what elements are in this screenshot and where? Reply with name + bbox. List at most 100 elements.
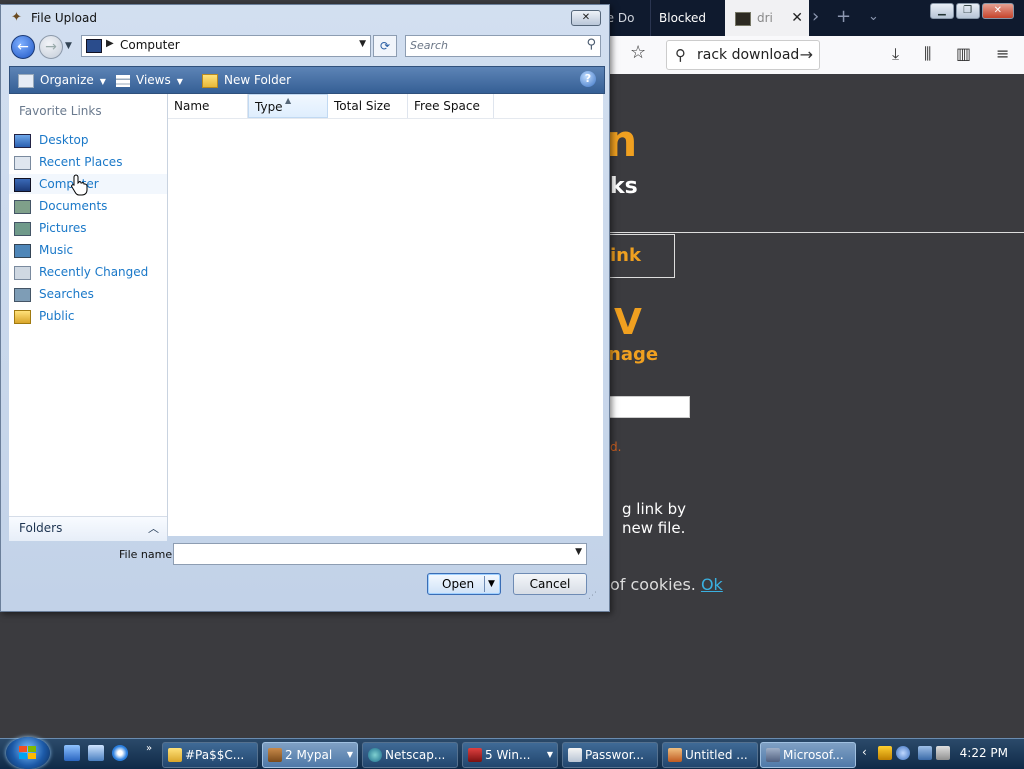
column-header-total-size[interactable]: Total Size — [328, 94, 408, 118]
switch-windows-icon[interactable] — [88, 745, 104, 761]
quicklaunch-more-icon[interactable]: » — [146, 743, 152, 754]
nav-item-label: Recent Places — [39, 155, 123, 169]
taskbar-button[interactable]: Untitled ... — [662, 742, 758, 768]
bookmark-star-icon[interactable]: ☆ — [630, 42, 646, 63]
page-subheading-fragment: ks — [610, 174, 638, 199]
web-page: n ks ink V nage d. g link by new file. o… — [600, 74, 1024, 738]
nav-item-desktop[interactable]: Desktop — [9, 130, 167, 150]
security-shield-icon[interactable] — [878, 746, 892, 760]
file-name-dropdown-icon[interactable]: ▼ — [575, 547, 582, 557]
notepad-icon — [568, 748, 582, 762]
start-button[interactable] — [6, 737, 50, 769]
close-tab-icon[interactable]: ✕ — [791, 0, 803, 36]
taskbar-button[interactable]: 5 Win... ▼ — [462, 742, 558, 768]
menu-icon[interactable]: ≡ — [996, 44, 1009, 63]
section-heading-fragment: V — [614, 302, 642, 343]
scroll-left-icon[interactable]: › — [812, 0, 819, 34]
taskbar-button[interactable]: Microsof... — [760, 742, 856, 768]
nav-item-computer[interactable]: Computer — [9, 174, 167, 194]
nav-item-label: Pictures — [39, 221, 87, 235]
dialog-toolbar: Organize ▼ Views ▼ New Folder ? — [9, 66, 605, 94]
resize-grip-icon[interactable]: ⋰ — [588, 591, 597, 601]
search-input[interactable]: Search ⚲ — [405, 35, 601, 57]
nav-item-pictures[interactable]: Pictures — [9, 218, 167, 238]
file-name-input[interactable]: ▼ — [173, 543, 587, 565]
cookie-text: of cookies. — [610, 575, 696, 594]
library-icon[interactable]: ⫼ — [924, 44, 931, 64]
sidebar-icon[interactable]: ▥ — [956, 44, 971, 63]
favorite-links-header: Favorite Links — [19, 104, 102, 118]
network-globe-icon[interactable] — [896, 746, 910, 760]
taskbar-button[interactable]: #Pa$$C... — [162, 742, 258, 768]
task-label: Netscap... — [385, 748, 446, 762]
open-button[interactable]: Open ▼ — [427, 573, 501, 595]
upload-input[interactable] — [608, 396, 690, 418]
organize-button[interactable]: Organize ▼ — [18, 67, 106, 93]
task-label: #Pa$$C... — [185, 748, 245, 762]
taskbar-button[interactable]: Passwor... — [562, 742, 658, 768]
tab-list-icon[interactable]: ⌄ — [868, 0, 879, 34]
url-text: rack download — [697, 47, 800, 63]
nav-item-documents[interactable]: Documents — [9, 196, 167, 216]
dialog-titlebar[interactable]: ✦ File Upload ✕ — [1, 5, 609, 31]
search-icon[interactable]: ⚲ — [586, 37, 596, 52]
help-icon[interactable]: ? — [580, 71, 596, 87]
searches-icon — [14, 288, 31, 302]
new-folder-button[interactable]: New Folder — [202, 67, 291, 93]
address-bar[interactable]: ▶ Computer ▼ — [81, 35, 371, 57]
link-tab[interactable]: ink — [600, 234, 675, 278]
nav-item-public[interactable]: Public — [9, 306, 167, 326]
go-arrow-icon[interactable]: → — [800, 41, 813, 69]
nav-item-searches[interactable]: Searches — [9, 284, 167, 304]
divider — [600, 232, 1024, 233]
netscape-icon — [368, 748, 382, 762]
task-label: Passwor... — [585, 748, 644, 762]
taskbar-button[interactable]: 2 Mypal ▼ — [262, 742, 358, 768]
cancel-button[interactable]: Cancel — [513, 573, 587, 595]
column-header-type[interactable]: ▲ Type — [248, 94, 328, 118]
address-text[interactable]: Computer — [120, 38, 180, 52]
cookie-ok-link[interactable]: Ok — [701, 575, 723, 594]
show-hidden-icons-chevron[interactable]: ‹ — [862, 745, 867, 759]
address-dropdown-icon[interactable]: ▼ — [359, 39, 366, 49]
folder-icon — [168, 748, 182, 762]
nav-item-label: Public — [39, 309, 75, 323]
recent-pages-dropdown-icon[interactable]: ▼ — [65, 41, 72, 51]
internet-explorer-icon[interactable] — [112, 745, 128, 761]
favicon-icon — [735, 11, 751, 26]
taskbar-button[interactable]: Netscap... — [362, 742, 458, 768]
organize-icon — [18, 73, 34, 88]
browser-tab[interactable]: Blocked — [650, 0, 733, 36]
section-subheading-fragment: nage — [608, 344, 659, 365]
show-desktop-icon[interactable] — [64, 745, 80, 761]
nav-item-recently-changed[interactable]: Recently Changed — [9, 262, 167, 282]
clock[interactable]: 4:22 PM — [960, 746, 1008, 760]
download-icon[interactable]: ⤓ — [892, 44, 899, 64]
nav-item-recent-places[interactable]: Recent Places — [9, 152, 167, 172]
volume-muted-icon[interactable] — [936, 746, 950, 760]
split-divider — [484, 576, 485, 592]
close-button[interactable]: ✕ — [571, 10, 601, 26]
network-computer-icon[interactable] — [918, 746, 932, 760]
task-label: 5 Win... — [485, 748, 531, 762]
breadcrumb-arrow-icon[interactable]: ▶ — [106, 38, 114, 49]
winrar-icon — [468, 748, 482, 762]
views-icon — [116, 74, 130, 87]
column-header-free-space[interactable]: Free Space — [408, 94, 494, 118]
refresh-button[interactable]: ⟳ — [373, 35, 397, 57]
close-window-button[interactable]: ✕ — [981, 3, 1014, 19]
new-tab-icon[interactable]: + — [836, 0, 851, 34]
views-button[interactable]: Views ▼ — [116, 67, 183, 93]
file-list[interactable]: Name ▲ Type Total Size Free Space — [168, 94, 603, 536]
forward-button[interactable]: → — [39, 35, 63, 59]
open-dropdown-icon[interactable]: ▼ — [488, 574, 495, 594]
back-button[interactable]: ← — [11, 35, 35, 59]
address-row: ← → ▼ ▶ Computer ▼ ⟳ Search ⚲ — [9, 33, 603, 61]
column-header-name[interactable]: Name — [168, 94, 248, 118]
maximize-button[interactable]: ❐ — [955, 3, 980, 19]
nav-item-music[interactable]: Music — [9, 240, 167, 260]
url-bar[interactable]: ⚲ rack download → — [666, 40, 820, 70]
browser-tab-active[interactable]: dri ✕ — [725, 0, 809, 36]
minimize-button[interactable]: ▁ — [930, 3, 954, 19]
column-label: Name — [174, 99, 210, 113]
